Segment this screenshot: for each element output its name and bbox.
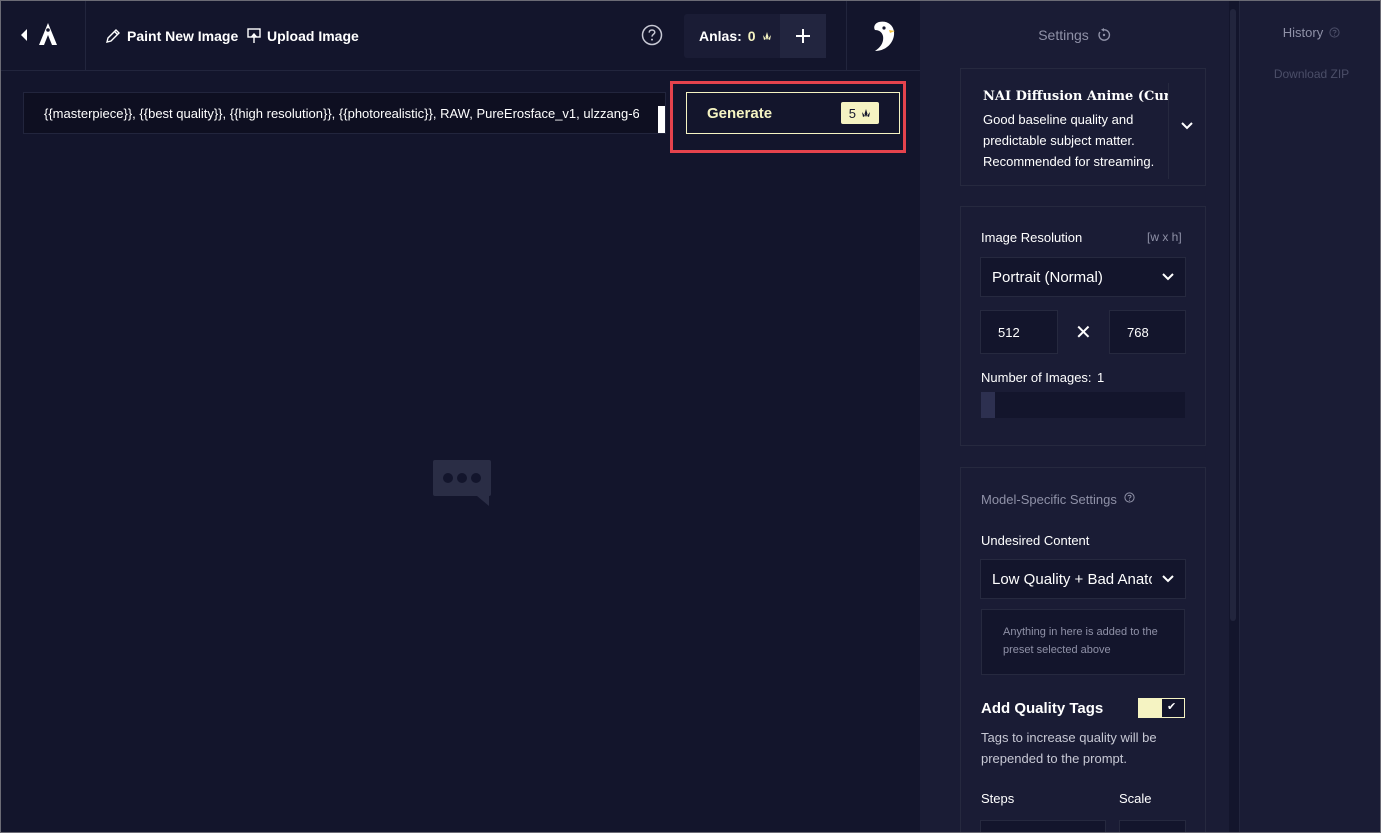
prompt-scrollbar[interactable] — [658, 106, 665, 133]
model-divider — [1168, 83, 1169, 179]
info-icon[interactable] — [1124, 492, 1135, 503]
width-input[interactable]: 512 — [980, 310, 1058, 354]
anlas-value: 0 — [747, 28, 756, 44]
reset-icon[interactable] — [1097, 28, 1111, 42]
generate-button[interactable]: Generate 5 — [686, 92, 900, 134]
steps-input[interactable] — [980, 820, 1106, 832]
anlas-label-group: Anlas: 0 — [699, 28, 772, 44]
upload-image-button[interactable]: Upload Image — [247, 25, 359, 47]
prompt-input[interactable]: {{masterpiece}}, {{best quality}}, {{hig… — [23, 92, 666, 134]
quality-tags-description: Tags to increase quality will be prepend… — [981, 730, 1157, 766]
help-icon[interactable] — [641, 24, 663, 46]
anlas-balance: Anlas: 0 — [684, 14, 826, 58]
pencil-icon — [106, 29, 120, 43]
undesired-content-value: Low Quality + Bad Anatomy — [992, 571, 1152, 588]
scale-label: Scale — [1119, 791, 1152, 806]
download-zip-button[interactable]: Download ZIP — [1240, 67, 1380, 81]
number-of-images-slider[interactable] — [981, 392, 1185, 418]
header-divider — [846, 1, 847, 70]
settings-panel: Settings NAI Diffusion Anime (Curated) G… — [920, 1, 1236, 832]
settings-header: Settings — [920, 27, 1229, 43]
times-icon: ✕ — [1075, 322, 1092, 344]
chevron-down-icon — [1162, 273, 1174, 281]
settings-title: Settings — [1038, 27, 1089, 43]
upload-icon — [247, 28, 261, 43]
undesired-content-textarea[interactable]: Anything in here is added to the preset … — [981, 609, 1185, 675]
anlas-icon — [862, 109, 870, 117]
add-quality-tags-label: Add Quality Tags — [981, 700, 1104, 717]
resolution-card: Image Resolution [w x h] Portrait (Norma… — [960, 206, 1206, 446]
checkmark-icon: ✔ — [1167, 701, 1177, 713]
back-arrow-icon[interactable] — [21, 29, 27, 41]
settings-scrollbar[interactable] — [1230, 9, 1236, 621]
undesired-content-label: Undesired Content — [981, 533, 1090, 548]
scale-input[interactable] — [1119, 820, 1186, 832]
buy-anlas-button[interactable] — [780, 14, 826, 58]
model-specific-settings: Model-Specific Settings Undesired Conten… — [960, 467, 1206, 832]
history-panel: History Download ZIP — [1239, 1, 1380, 832]
slider-fill — [981, 392, 996, 418]
plus-icon — [796, 29, 810, 43]
history-title: History — [1282, 25, 1324, 40]
model-selector[interactable]: NAI Diffusion Anime (Curated) Good basel… — [960, 68, 1206, 186]
prompt-text: {{masterpiece}}, {{best quality}}, {{hig… — [44, 106, 639, 121]
upload-image-label: Upload Image — [267, 28, 359, 44]
app-window: Paint New Image Upload Image Anlas: 0 {{… — [0, 0, 1381, 833]
anlas-label: Anlas: — [699, 28, 742, 44]
number-of-images-value: 1 — [1097, 370, 1105, 385]
number-of-images-label: Number of Images: — [981, 370, 1092, 385]
undesired-content-select[interactable]: Low Quality + Bad Anatomy — [980, 559, 1186, 599]
chat-bubble-icon — [433, 460, 491, 506]
anlas-icon — [762, 32, 771, 40]
novelai-logo-icon — [39, 23, 57, 45]
model-name: NAI Diffusion Anime (Curated) — [983, 89, 1169, 104]
height-value: 768 — [1127, 325, 1149, 340]
model-description: Good baseline quality and predictable su… — [983, 112, 1155, 169]
top-bar: Paint New Image Upload Image Anlas: 0 — [1, 1, 920, 71]
resolution-preset-select[interactable]: Portrait (Normal) — [980, 257, 1186, 297]
image-resolution-label: Image Resolution — [981, 230, 1083, 245]
toggle-knob — [1139, 699, 1162, 717]
generate-label: Generate — [707, 105, 773, 122]
resolution-preset-value: Portrait (Normal) — [992, 269, 1103, 286]
model-specific-title: Model-Specific Settings — [981, 492, 1117, 507]
avatar[interactable] — [867, 20, 897, 52]
generate-cost-badge: 5 — [840, 102, 879, 124]
quality-tags-toggle[interactable]: ✔ — [1138, 698, 1185, 718]
history-header: History — [1240, 25, 1380, 40]
logo-cell[interactable] — [1, 1, 86, 70]
width-value: 512 — [998, 325, 1020, 340]
resolution-hint: [w x h] — [1147, 230, 1182, 244]
chevron-down-icon[interactable] — [1180, 121, 1194, 131]
generate-cost-value: 5 — [848, 105, 856, 121]
chevron-down-icon — [1162, 575, 1174, 583]
height-input[interactable]: 768 — [1109, 310, 1186, 354]
paint-new-image-button[interactable]: Paint New Image — [105, 25, 238, 47]
steps-label: Steps — [981, 791, 1015, 806]
paint-new-image-label: Paint New Image — [127, 28, 239, 44]
undesired-content-placeholder: Anything in here is added to the preset … — [1003, 626, 1158, 656]
info-icon[interactable] — [1329, 27, 1340, 38]
main-area: Paint New Image Upload Image Anlas: 0 {{… — [1, 1, 920, 832]
